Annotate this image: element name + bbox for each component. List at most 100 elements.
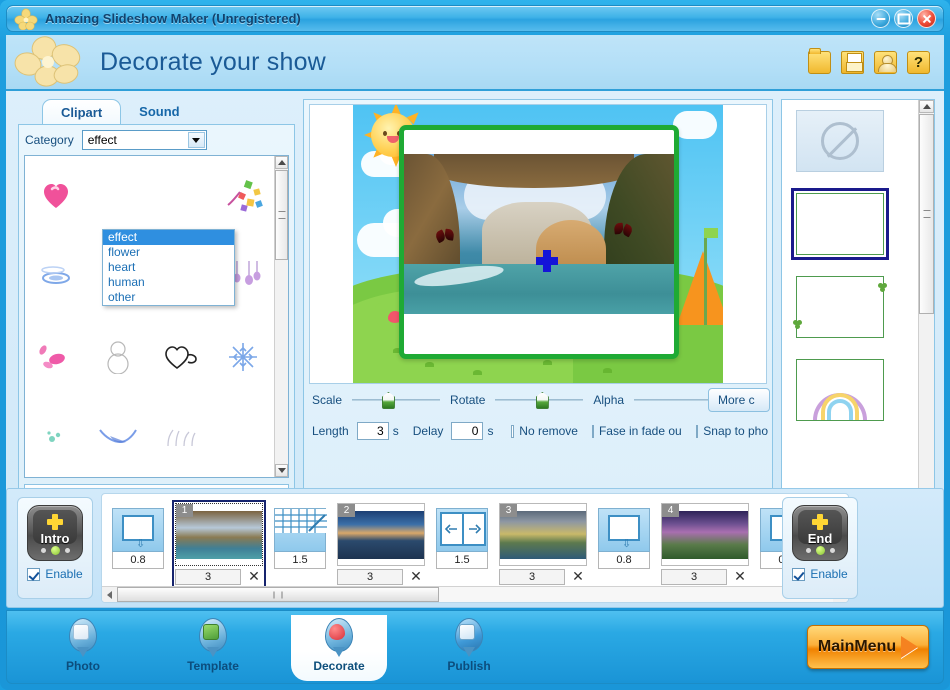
clipart-panel-body: Category effect (18, 124, 295, 549)
move-handle-icon[interactable] (536, 250, 558, 272)
dropdown-option-flower[interactable]: flower (103, 245, 234, 260)
scrollbar-thumb[interactable] (117, 587, 440, 602)
scroll-left-icon[interactable] (102, 587, 117, 602)
frame-thumbnail-green-border[interactable] (791, 188, 889, 260)
slide-item-4[interactable]: 4 3 ✕ (658, 500, 752, 588)
clipart-item-snowman-outline[interactable] (87, 317, 149, 397)
checkbox-box-checked[interactable] (27, 567, 41, 581)
frame-thumbnail-rainbow[interactable] (796, 359, 884, 421)
clipart-item-blank-a[interactable] (87, 156, 149, 236)
open-folder-icon[interactable] (808, 47, 831, 74)
length-input[interactable]: 3 (356, 422, 389, 440)
transition-duration[interactable]: 1.5 (436, 552, 488, 569)
slide-duration[interactable]: 3 (175, 568, 241, 585)
end-enable-checkbox[interactable]: Enable (792, 567, 848, 581)
clipart-item-blue-oval[interactable] (25, 236, 87, 316)
minimize-button[interactable] (871, 9, 890, 28)
no-remove-checkbox[interactable]: No remove (511, 424, 578, 438)
nav-item-template[interactable]: Template (165, 615, 261, 681)
delay-unit: s (487, 424, 494, 438)
transition-duration[interactable]: 0.8 (112, 552, 164, 569)
transition-item-1[interactable]: ⇩ 0.8 (112, 508, 164, 569)
remove-slide-icon[interactable]: ✕ (731, 568, 749, 585)
tab-clipart[interactable]: Clipart (42, 99, 122, 124)
clipart-item-green-sparkle[interactable] (25, 397, 87, 477)
fade-in-fade-out-checkbox[interactable]: Fase in fade out (591, 424, 682, 438)
clipart-item-snowflake[interactable] (212, 317, 274, 397)
checkbox-box-checked[interactable] (792, 567, 806, 581)
remove-slide-icon[interactable]: ✕ (569, 568, 587, 585)
slide-item-1[interactable]: 1 3 ✕ (172, 500, 266, 588)
clipart-item-blank-b[interactable] (150, 156, 212, 236)
timeline-horizontal-scrollbar[interactable] (102, 586, 848, 602)
slide-item-2[interactable]: 2 3 ✕ (334, 500, 428, 588)
dropdown-option-other[interactable]: other (103, 290, 234, 305)
slide-image (176, 511, 262, 559)
transition-item-3[interactable]: 1.5 (436, 508, 488, 569)
slide-duration[interactable]: 3 (499, 568, 565, 585)
photo-frame[interactable] (399, 125, 679, 359)
frames-scrollbar[interactable] (918, 100, 934, 548)
transition-duration[interactable]: 0.8 (598, 552, 650, 569)
clipart-grid-container (24, 155, 289, 478)
scroll-up-icon[interactable] (919, 100, 934, 113)
intro-button[interactable]: Intro (27, 505, 83, 561)
slide-meta: 3 ✕ (499, 568, 587, 585)
clipart-item-pink-heart[interactable] (25, 156, 87, 236)
tab-sound[interactable]: Sound (121, 99, 197, 124)
save-icon[interactable] (841, 50, 864, 74)
more-options-button[interactable]: More c (708, 388, 770, 412)
clipart-item-heart-outline[interactable] (150, 317, 212, 397)
clipart-item-pink-petals[interactable] (25, 317, 87, 397)
checkbox-box[interactable] (591, 424, 594, 438)
scroll-up-icon[interactable] (275, 156, 288, 169)
nav-item-publish[interactable]: Publish (421, 615, 517, 681)
category-dropdown-list[interactable]: effect flower heart human other (102, 229, 235, 306)
dropdown-option-effect[interactable]: effect (103, 230, 234, 245)
cave-ceiling (434, 154, 634, 188)
scrollbar-track[interactable] (117, 587, 833, 602)
nav-item-decorate[interactable]: Decorate (291, 615, 387, 681)
slide-thumbnail: 2 (337, 503, 425, 566)
scrollbar-thumb[interactable] (919, 114, 934, 314)
remove-slide-icon[interactable]: ✕ (407, 568, 425, 585)
clipart-scrollbar[interactable] (274, 156, 288, 477)
frame-thumbnail-none[interactable] (796, 110, 884, 172)
checkbox-box[interactable] (696, 424, 699, 438)
preview-area[interactable] (309, 104, 767, 384)
slide-duration[interactable]: 3 (337, 568, 403, 585)
maximize-button[interactable] (894, 9, 913, 28)
delay-input[interactable]: 0 (451, 422, 484, 440)
scrollbar-thumb[interactable] (275, 170, 288, 260)
scroll-down-icon[interactable] (275, 464, 288, 477)
dropdown-option-human[interactable]: human (103, 275, 234, 290)
end-button[interactable]: End (792, 505, 848, 561)
transition-item-2[interactable]: 1.5 (274, 508, 327, 569)
clipart-item-blue-splash[interactable] (87, 397, 149, 477)
rotate-slider[interactable] (495, 392, 584, 409)
close-button[interactable] (917, 9, 936, 28)
clipart-item-grey-grass[interactable] (150, 397, 212, 477)
clover-icon (878, 283, 887, 292)
slide-image (500, 511, 586, 559)
remove-slide-icon[interactable]: ✕ (245, 568, 263, 585)
chevron-down-icon[interactable] (187, 132, 205, 148)
transition-item-4[interactable]: ⇩ 0.8 (598, 508, 650, 569)
transition-duration[interactable]: 1.5 (274, 552, 326, 569)
clipart-item-confetti[interactable] (212, 156, 274, 236)
slide-item-3[interactable]: 3 3 ✕ (496, 500, 590, 588)
intro-enable-checkbox[interactable]: Enable (27, 567, 83, 581)
clipart-item-blank-c[interactable] (212, 397, 274, 477)
checkbox-box[interactable] (511, 424, 515, 438)
slide-duration[interactable]: 3 (661, 568, 727, 585)
nav-item-photo[interactable]: Photo (35, 615, 131, 681)
snap-to-photo-checkbox[interactable]: Snap to pho (696, 424, 768, 438)
frame-thumbnail-clover[interactable] (793, 276, 887, 338)
slide-index: 4 (662, 504, 679, 517)
help-icon[interactable]: ? (907, 50, 930, 74)
scale-slider[interactable] (352, 392, 441, 409)
user-account-icon[interactable] (874, 50, 897, 74)
category-select[interactable]: effect (81, 130, 207, 150)
main-menu-button[interactable]: MainMenu (807, 625, 929, 669)
dropdown-option-heart[interactable]: heart (103, 260, 234, 275)
